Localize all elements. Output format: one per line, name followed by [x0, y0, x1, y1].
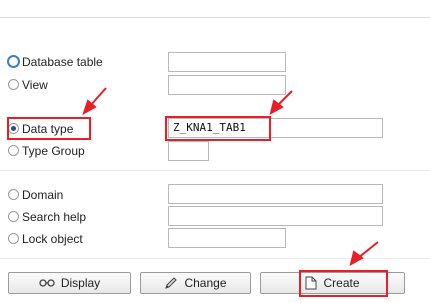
section-divider	[0, 258, 430, 259]
radio-label-type-group: Type Group	[22, 143, 85, 158]
section-divider	[0, 170, 430, 171]
radio-button[interactable]	[7, 55, 20, 68]
radio-button[interactable]	[8, 145, 19, 156]
change-button-label: Change	[184, 276, 227, 290]
domain-field[interactable]	[168, 184, 383, 204]
radio-label-data-type: Data type	[22, 121, 74, 136]
radio-label-domain: Domain	[22, 187, 64, 202]
radio-label-database-table: Database table	[22, 54, 103, 69]
radio-button[interactable]	[8, 123, 19, 134]
radio-lock-object[interactable]: Lock object	[8, 230, 83, 247]
radio-button[interactable]	[8, 189, 19, 200]
view-field[interactable]	[168, 75, 286, 95]
pencil-icon	[164, 276, 178, 290]
change-button[interactable]: Change	[140, 272, 251, 294]
display-button-label: Display	[60, 276, 101, 290]
create-button[interactable]: Create	[260, 272, 405, 294]
type-group-field[interactable]	[168, 141, 209, 161]
divider	[0, 17, 430, 18]
glasses-icon	[39, 278, 55, 288]
radio-label-search-help: Search help	[22, 209, 87, 224]
arrow-to-data-type	[89, 87, 107, 107]
radio-label-view: View	[22, 77, 48, 92]
radio-button[interactable]	[8, 79, 19, 90]
lock-object-field[interactable]	[168, 228, 286, 248]
radio-search-help[interactable]: Search help	[8, 208, 86, 225]
document-icon	[305, 276, 317, 290]
radio-domain[interactable]: Domain	[8, 186, 63, 203]
create-button-label: Create	[323, 276, 360, 290]
search-help-field[interactable]	[168, 206, 383, 226]
radio-label-lock-object: Lock object	[22, 231, 83, 246]
radio-data-type[interactable]: Data type	[8, 120, 73, 137]
radio-button[interactable]	[8, 211, 19, 222]
arrow-to-create	[357, 241, 379, 259]
radio-type-group[interactable]: Type Group	[8, 142, 85, 159]
toolbar-area	[0, 0, 430, 16]
radio-button[interactable]	[8, 233, 19, 244]
radio-database-table[interactable]: Database table	[7, 53, 103, 70]
radio-view[interactable]: View	[8, 76, 48, 93]
data-type-field[interactable]: Z_KNA1_TAB1	[168, 118, 383, 138]
database-table-field[interactable]	[168, 52, 286, 72]
display-button[interactable]: Display	[8, 272, 131, 294]
